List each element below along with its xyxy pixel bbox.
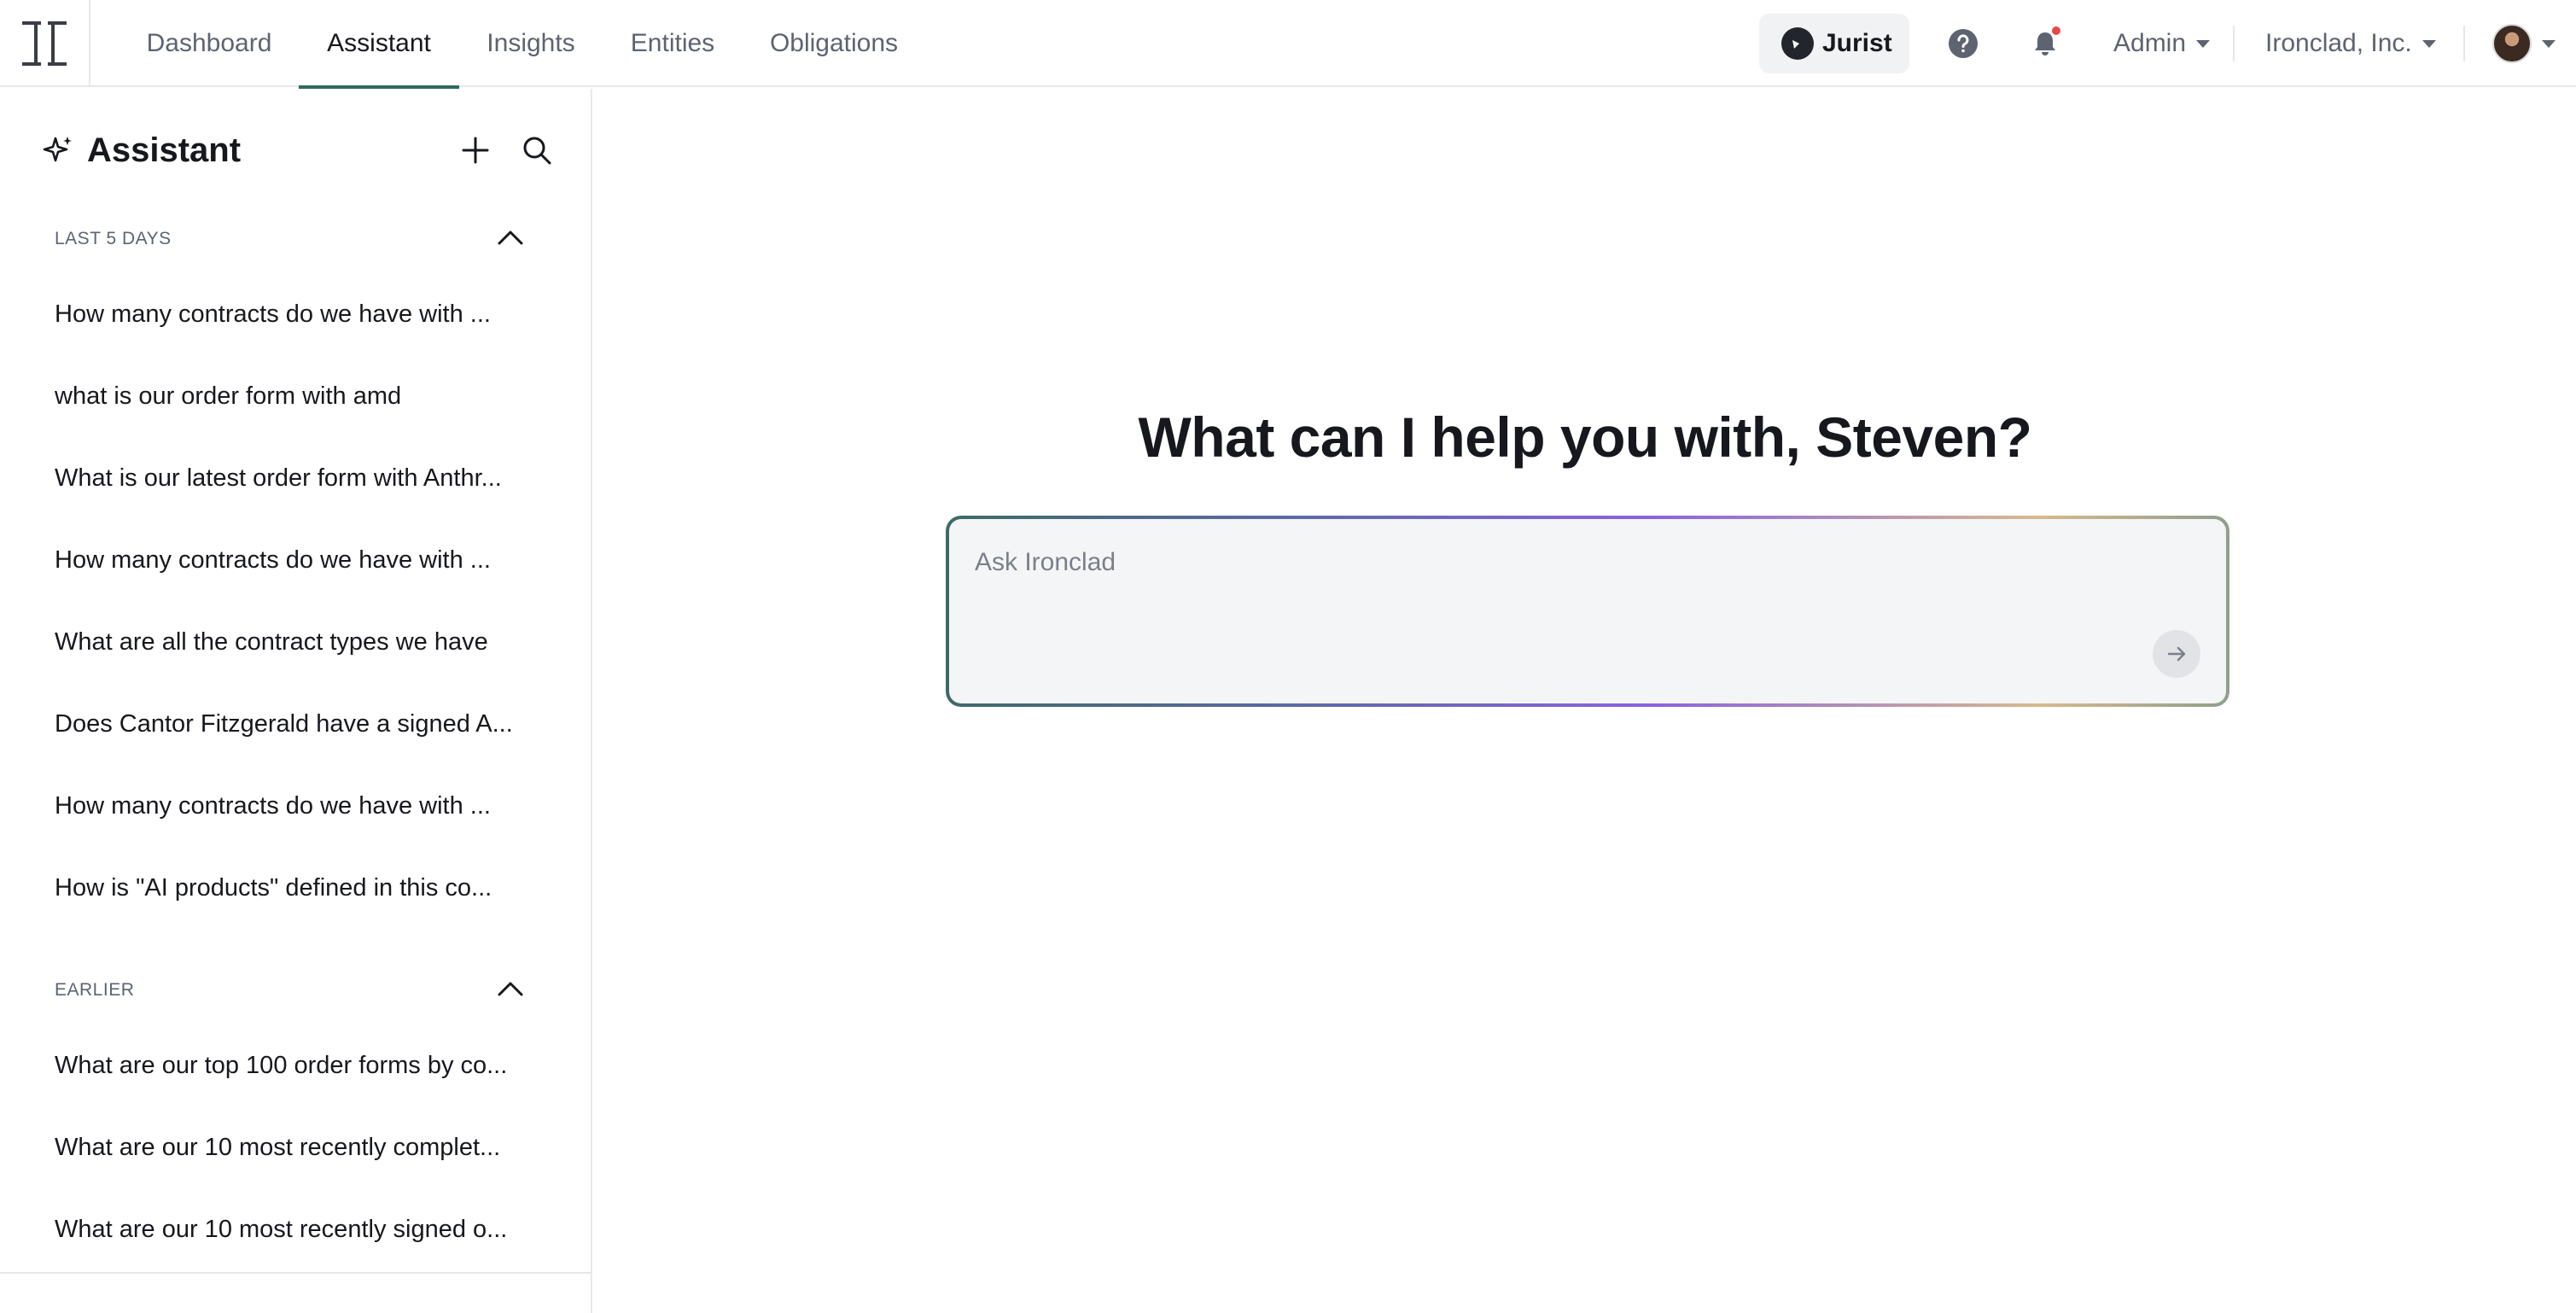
history-item[interactable]: What are all the contract types we have bbox=[55, 618, 533, 666]
history-item[interactable]: What is our latest order form with Anthr… bbox=[55, 454, 533, 502]
tab-entities-label: Entities bbox=[630, 29, 715, 57]
divider bbox=[2463, 26, 2465, 61]
admin-dropdown[interactable]: Admin bbox=[2113, 0, 2211, 87]
tab-obligations-label: Obligations bbox=[769, 29, 899, 57]
prompt-box bbox=[946, 516, 2229, 707]
sidebar-title: Assistant bbox=[87, 131, 242, 169]
tab-insights-label: Insights bbox=[487, 29, 575, 57]
sidebar-bottom-divider bbox=[0, 1272, 591, 1274]
history-item[interactable]: what is our order form with amd bbox=[55, 372, 533, 420]
history-item[interactable]: What are our top 100 order forms by co..… bbox=[55, 1042, 533, 1089]
organization-label: Ironclad, Inc. bbox=[2265, 29, 2412, 57]
top-navigation-bar: Dashboard Assistant Insights Entities Ob… bbox=[0, 0, 2576, 89]
sidebar-header: Assistant bbox=[41, 126, 241, 174]
tab-dashboard-label: Dashboard bbox=[146, 29, 272, 57]
greeting-heading: What can I help you with, Steven? bbox=[1138, 406, 2032, 469]
tab-assistant-label: Assistant bbox=[327, 29, 431, 57]
arrow-right-icon bbox=[2167, 646, 2186, 662]
tab-entities[interactable]: Entities bbox=[613, 0, 732, 87]
history-item[interactable]: How many contracts do we have with ... bbox=[55, 536, 533, 584]
history-item[interactable]: What are our 10 most recently complet... bbox=[55, 1123, 533, 1171]
jurist-icon bbox=[1781, 27, 1814, 60]
section-label-last-5-days: LAST 5 DAYS bbox=[55, 229, 172, 248]
tab-obligations[interactable]: Obligations bbox=[753, 0, 915, 87]
user-avatar bbox=[2492, 24, 2532, 63]
ironclad-logo-icon[interactable] bbox=[0, 0, 90, 87]
jurist-button[interactable]: Jurist bbox=[1759, 14, 1909, 73]
app-root: Dashboard Assistant Insights Entities Ob… bbox=[0, 0, 2576, 1313]
tab-assistant[interactable]: Assistant bbox=[299, 0, 459, 89]
chevron-up-icon bbox=[498, 982, 523, 996]
jurist-label: Jurist bbox=[1822, 29, 1892, 57]
history-item[interactable]: What are our 10 most recently signed o..… bbox=[55, 1205, 533, 1253]
history-item[interactable]: How many contracts do we have with ... bbox=[55, 290, 533, 338]
assistant-main-panel: What can I help you with, Steven? bbox=[594, 89, 2576, 1313]
chevron-up-icon bbox=[498, 231, 523, 245]
new-chat-button[interactable] bbox=[457, 131, 494, 169]
history-item[interactable]: How many contracts do we have with ... bbox=[55, 782, 533, 830]
notifications-bell-icon[interactable] bbox=[2028, 26, 2062, 61]
assistant-sidebar: Assistant LAST 5 DAYS How many contracts… bbox=[0, 89, 592, 1313]
organization-dropdown[interactable]: Ironclad, Inc. bbox=[2265, 0, 2436, 87]
history-item[interactable]: How is "AI products" defined in this co.… bbox=[55, 864, 533, 912]
tab-insights[interactable]: Insights bbox=[471, 0, 591, 87]
collapse-section-button[interactable] bbox=[493, 972, 527, 1006]
caret-down-icon bbox=[2422, 39, 2436, 48]
send-button[interactable] bbox=[2153, 630, 2200, 678]
tab-dashboard[interactable]: Dashboard bbox=[128, 0, 290, 87]
notification-dot bbox=[2052, 26, 2060, 35]
user-menu[interactable] bbox=[2492, 0, 2556, 87]
caret-down-icon bbox=[2542, 39, 2556, 48]
search-icon bbox=[523, 137, 551, 165]
ask-ironclad-input[interactable] bbox=[975, 541, 2084, 584]
search-chats-button[interactable] bbox=[518, 131, 556, 169]
sparkle-icon bbox=[43, 137, 72, 162]
help-icon[interactable] bbox=[1946, 26, 1980, 61]
history-item[interactable]: Does Cantor Fitzgerald have a signed A..… bbox=[55, 700, 533, 748]
divider bbox=[2233, 26, 2235, 61]
prompt-box-inner bbox=[949, 519, 2226, 703]
plus-icon bbox=[462, 137, 489, 164]
collapse-section-button[interactable] bbox=[493, 220, 527, 254]
admin-label: Admin bbox=[2113, 29, 2187, 57]
caret-down-icon bbox=[2196, 39, 2211, 48]
section-label-earlier: EARLIER bbox=[55, 980, 135, 1000]
